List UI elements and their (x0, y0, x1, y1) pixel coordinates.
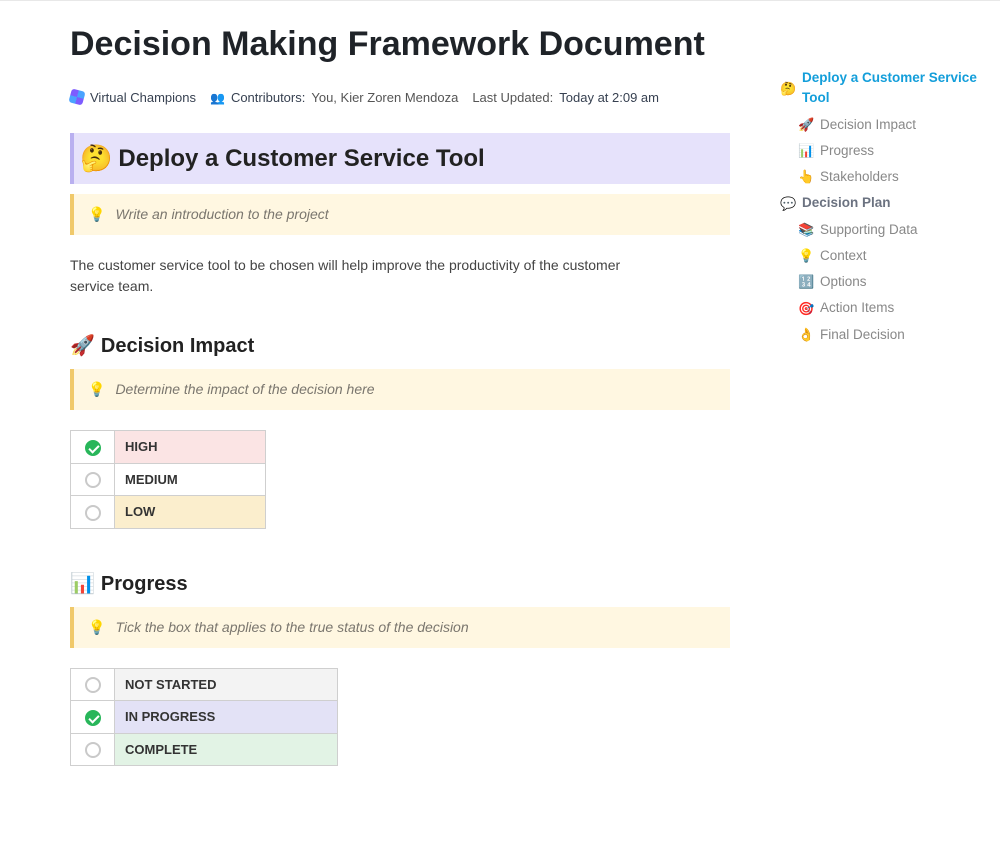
impact-label-cell: HIGH (115, 431, 266, 464)
outline-item-icon: 🎯 (798, 299, 814, 319)
radio-icon[interactable] (85, 505, 101, 521)
outline-item[interactable]: 🔢 Options (780, 269, 982, 295)
progress-checkbox-cell[interactable] (71, 733, 115, 766)
outline-item-label: Stakeholders (820, 167, 899, 187)
contributors-value: You, Kier Zoren Mendoza (311, 88, 458, 108)
rocket-icon: 🚀 (70, 331, 95, 361)
progress-row: NOT STARTED (71, 668, 338, 701)
people-icon (210, 88, 225, 108)
outline-item[interactable]: 📚 Supporting Data (780, 217, 982, 243)
radio-icon[interactable] (85, 742, 101, 758)
bar-chart-icon: 📊 (70, 569, 95, 599)
impact-checkbox-cell[interactable] (71, 496, 115, 529)
impact-heading: Decision Impact (101, 331, 254, 361)
outline-item-label: Deploy a Customer Service Tool (802, 68, 982, 109)
impact-table: HIGHMEDIUMLOW (70, 430, 266, 529)
outline-item-label: Decision Impact (820, 115, 916, 135)
outline-item-icon: 👌 (798, 325, 814, 345)
outline-item-icon: 💡 (798, 246, 814, 266)
outline-item-label: Options (820, 272, 867, 292)
progress-label-cell: IN PROGRESS (115, 701, 338, 734)
outline-sidebar: 🤔 Deploy a Customer Service Tool 🚀 Decision… (770, 15, 1000, 846)
progress-row: COMPLETE (71, 733, 338, 766)
workspace-name: Virtual Champions (90, 88, 196, 108)
check-circle-icon[interactable] (85, 710, 101, 726)
progress-checkbox-cell[interactable] (71, 701, 115, 734)
outline-item[interactable]: 💬 Decision Plan (780, 190, 982, 216)
progress-tip-text: Tick the box that applies to the true st… (115, 617, 468, 638)
outline-item[interactable]: 🚀 Decision Impact (780, 112, 982, 138)
outline-item-label: Final Decision (820, 325, 905, 345)
outline-item-label: Context (820, 246, 867, 266)
intro-tip-text: Write an introduction to the project (115, 204, 328, 225)
last-updated-chip: Last Updated: Today at 2:09 am (472, 88, 659, 108)
section-head-progress: 📊 Progress (70, 569, 730, 599)
lightbulb-icon: 💡 (88, 379, 105, 400)
progress-tip-callout: 💡 Tick the box that applies to the true … (70, 607, 730, 648)
progress-label-cell: NOT STARTED (115, 668, 338, 701)
check-circle-icon[interactable] (85, 440, 101, 456)
progress-heading: Progress (101, 569, 188, 599)
outline-item[interactable]: 👆 Stakeholders (780, 164, 982, 190)
radio-icon[interactable] (85, 472, 101, 488)
main-column: Decision Making Framework Document Virtu… (0, 15, 770, 846)
page-title: Decision Making Framework Document (70, 23, 730, 66)
outline-item[interactable]: 📊 Progress (780, 138, 982, 164)
page-root: Decision Making Framework Document Virtu… (0, 0, 1000, 846)
impact-tip-callout: 💡 Determine the impact of the decision h… (70, 369, 730, 410)
outline-item-label: Progress (820, 141, 874, 161)
outline-item-icon: 🤔 (780, 79, 796, 99)
progress-row: IN PROGRESS (71, 701, 338, 734)
outline-item[interactable]: 🤔 Deploy a Customer Service Tool (780, 65, 982, 112)
impact-label-cell: MEDIUM (115, 463, 266, 496)
impact-row: LOW (71, 496, 266, 529)
outline-item-icon: 👆 (798, 167, 814, 187)
thinking-face-icon: 🤔 (80, 139, 112, 178)
outline-item-label: Decision Plan (802, 193, 891, 213)
section-banner-deploy: 🤔 Deploy a Customer Service Tool (70, 133, 730, 184)
intro-tip-callout: 💡 Write an introduction to the project (70, 194, 730, 235)
intro-body-text: The customer service tool to be chosen w… (70, 255, 650, 297)
outline-item-icon: 📊 (798, 141, 814, 161)
outline-item-icon: 🔢 (798, 272, 814, 292)
section-head-impact: 🚀 Decision Impact (70, 331, 730, 361)
radio-icon[interactable] (85, 677, 101, 693)
contributors-chip[interactable]: Contributors: You, Kier Zoren Mendoza (210, 88, 458, 108)
impact-row: MEDIUM (71, 463, 266, 496)
impact-row: HIGH (71, 431, 266, 464)
workspace-chip[interactable]: Virtual Champions (70, 88, 196, 108)
impact-tip-text: Determine the impact of the decision her… (115, 379, 374, 400)
progress-table: NOT STARTEDIN PROGRESSCOMPLETE (70, 668, 338, 767)
lightbulb-icon: 💡 (88, 204, 105, 225)
impact-checkbox-cell[interactable] (71, 431, 115, 464)
meta-row: Virtual Champions Contributors: You, Kie… (70, 88, 730, 108)
outline-item[interactable]: 🎯 Action Items (780, 295, 982, 321)
outline-item-label: Supporting Data (820, 220, 918, 240)
progress-checkbox-cell[interactable] (71, 668, 115, 701)
lightbulb-icon: 💡 (88, 617, 105, 638)
outline-item[interactable]: 👌 Final Decision (780, 322, 982, 348)
contributors-label: Contributors: (231, 88, 305, 108)
outline-item-icon: 📚 (798, 220, 814, 240)
section-banner-heading: Deploy a Customer Service Tool (118, 141, 484, 177)
outline-item-icon: 🚀 (798, 115, 814, 135)
impact-checkbox-cell[interactable] (71, 463, 115, 496)
impact-label-cell: LOW (115, 496, 266, 529)
updated-value: Today at 2:09 am (559, 88, 659, 108)
workspace-icon (68, 89, 85, 106)
updated-label: Last Updated: (472, 88, 553, 108)
outline-item-icon: 💬 (780, 194, 796, 214)
outline-item[interactable]: 💡 Context (780, 243, 982, 269)
outline-item-label: Action Items (820, 298, 894, 318)
progress-label-cell: COMPLETE (115, 733, 338, 766)
